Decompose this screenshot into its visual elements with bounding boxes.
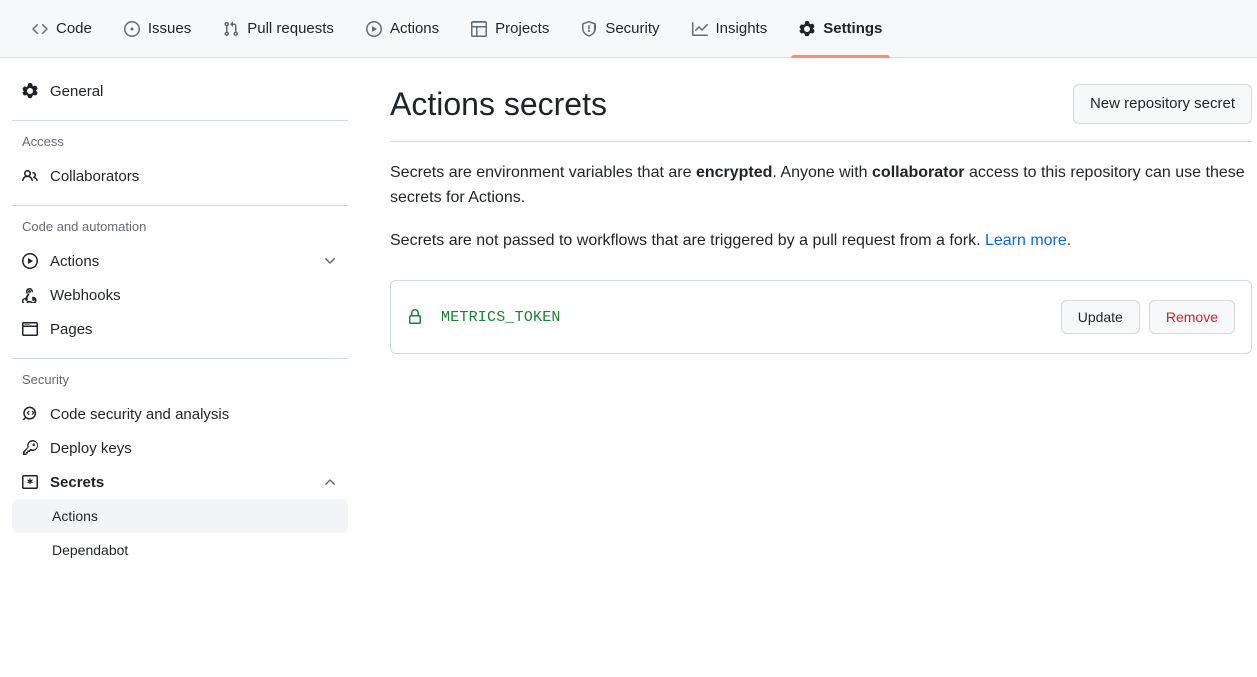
sidebar-item-label: Collaborators <box>50 168 338 185</box>
nav-tab-projects[interactable]: Projects <box>455 0 565 57</box>
nav-tab-actions[interactable]: Actions <box>350 0 455 57</box>
sidebar-divider-3 <box>12 358 348 359</box>
sidebar-item-label: Deploy keys <box>50 440 338 457</box>
sidebar-item-collaborators[interactable]: Collaborators <box>12 159 348 193</box>
sidebar-item-deploy-keys[interactable]: Deploy keys <box>12 431 348 465</box>
sidebar-item-label: Actions <box>50 253 310 270</box>
sidebar-heading-security: Security <box>12 371 348 389</box>
sidebar-subitem-actions[interactable]: Actions <box>12 499 348 533</box>
sidebar-item-code-security-and-analysis[interactable]: Code security and analysis <box>12 397 348 431</box>
secrets-list: METRICS_TOKEN Update Remove <box>390 280 1252 354</box>
remove-secret-button[interactable]: Remove <box>1149 300 1235 334</box>
learn-more-link[interactable]: Learn more <box>985 232 1067 249</box>
sidebar-subitem-dependabot[interactable]: Dependabot <box>12 533 348 567</box>
page-body: General Access Collaborators Code and au… <box>0 58 1257 677</box>
main-content: Actions secrets New repository secret Se… <box>360 58 1257 354</box>
page-header: Actions secrets New repository secret <box>390 84 1252 142</box>
sidebar-divider-2 <box>12 205 348 206</box>
gear-icon <box>22 83 38 99</box>
gear-icon <box>799 21 815 37</box>
git-pull-request-icon <box>223 21 239 37</box>
secret-name: METRICS_TOKEN <box>441 309 1043 326</box>
nav-tab-issues[interactable]: Issues <box>108 0 207 57</box>
sidebar-item-pages[interactable]: Pages <box>12 312 348 346</box>
desc2-text: Secrets are not passed to workflows that… <box>390 232 985 249</box>
desc1-part1: Secrets are environment variables that a… <box>390 164 696 181</box>
sidebar-item-label: Code security and analysis <box>50 406 338 423</box>
nav-tab-insights[interactable]: Insights <box>676 0 784 57</box>
sidebar-item-label: Secrets <box>50 474 310 491</box>
webhook-icon <box>22 287 38 303</box>
repo-nav-header: Code Issues Pull requests Actions Projec <box>0 0 1257 58</box>
sidebar-item-label: Webhooks <box>50 287 338 304</box>
nav-tab-code[interactable]: Code <box>16 0 108 57</box>
sidebar-item-webhooks[interactable]: Webhooks <box>12 278 348 312</box>
secrets-description-2: Secrets are not passed to workflows that… <box>390 229 1252 254</box>
chevron-down-icon[interactable] <box>322 253 338 269</box>
nav-tab-label: Issues <box>148 21 191 36</box>
graph-icon <box>692 21 708 37</box>
page-title: Actions secrets <box>390 84 607 124</box>
people-icon <box>22 168 38 184</box>
sidebar-item-actions[interactable]: Actions <box>12 244 348 278</box>
nav-tab-label: Security <box>605 21 659 36</box>
desc2-period: . <box>1067 232 1071 249</box>
nav-tab-settings[interactable]: Settings <box>783 0 898 57</box>
nav-tab-security[interactable]: Security <box>565 0 675 57</box>
secret-actions: Update Remove <box>1061 300 1235 334</box>
nav-tab-pull-requests[interactable]: Pull requests <box>207 0 350 57</box>
new-repository-secret-button[interactable]: New repository secret <box>1073 84 1252 124</box>
settings-sidebar: General Access Collaborators Code and au… <box>0 58 360 567</box>
nav-tab-label: Settings <box>823 21 882 36</box>
chevron-up-icon[interactable] <box>322 474 338 490</box>
sidebar-heading-code-and-automation: Code and automation <box>12 218 348 236</box>
play-icon <box>366 21 382 37</box>
desc1-part2: . Anyone with <box>772 164 872 181</box>
desc1-bold-encrypted: encrypted <box>696 164 772 181</box>
codescan-icon <box>22 406 38 422</box>
secret-row: METRICS_TOKEN Update Remove <box>391 281 1251 353</box>
sidebar-item-label: General <box>50 83 338 100</box>
key-icon <box>22 440 38 456</box>
browser-icon <box>22 321 38 337</box>
sidebar-item-secrets[interactable]: Secrets <box>12 465 348 499</box>
secrets-description-1: Secrets are environment variables that a… <box>390 161 1252 211</box>
sidebar-heading-access: Access <box>12 133 348 151</box>
nav-tab-label: Code <box>56 21 92 36</box>
desc1-bold-collaborator: collaborator <box>872 164 964 181</box>
nav-tab-label: Actions <box>390 21 439 36</box>
sidebar-subitem-label: Actions <box>52 508 98 524</box>
table-icon <box>471 21 487 37</box>
update-secret-button[interactable]: Update <box>1061 300 1140 334</box>
sidebar-item-general[interactable]: General <box>12 74 348 108</box>
nav-tab-label: Projects <box>495 21 549 36</box>
repo-nav-tabs: Code Issues Pull requests Actions Projec <box>16 0 898 57</box>
asterisk-box-icon <box>22 474 38 490</box>
lock-icon <box>407 309 423 325</box>
nav-tab-label: Pull requests <box>247 21 334 36</box>
code-icon <box>32 21 48 37</box>
shield-icon <box>581 21 597 37</box>
issue-opened-icon <box>124 21 140 37</box>
play-icon <box>22 253 38 269</box>
sidebar-item-label: Pages <box>50 321 338 338</box>
nav-tab-label: Insights <box>716 21 768 36</box>
sidebar-divider-1 <box>12 120 348 121</box>
sidebar-subitem-label: Dependabot <box>52 542 128 558</box>
